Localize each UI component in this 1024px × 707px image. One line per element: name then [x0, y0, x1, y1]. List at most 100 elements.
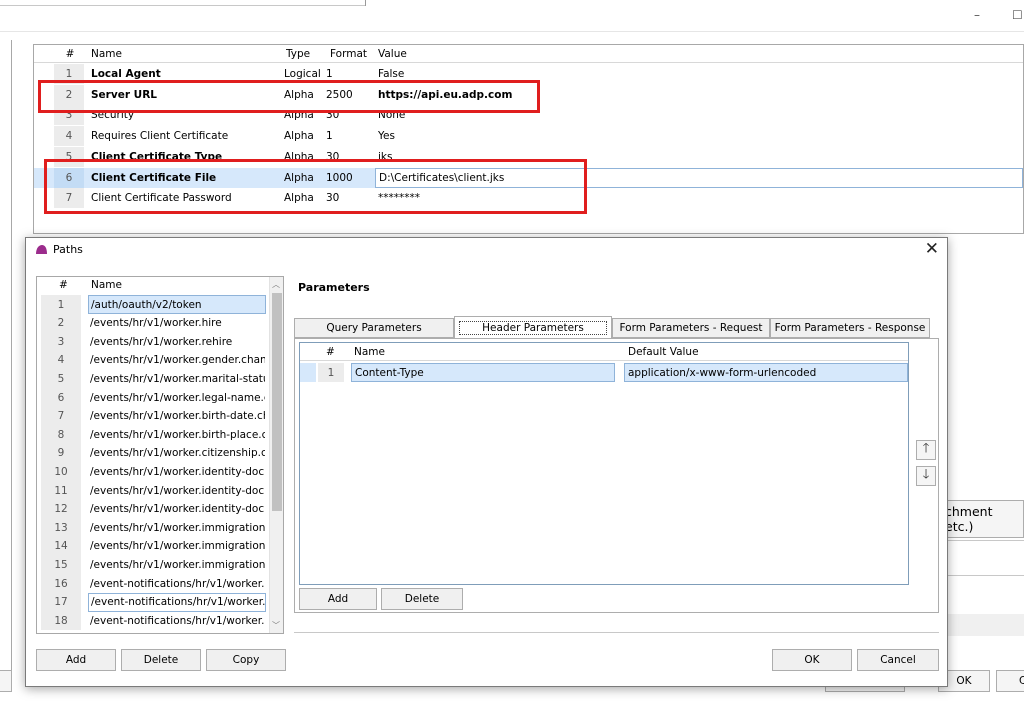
list-item[interactable]: 8/events/hr/v1/worker.birth-place.ch [37, 425, 270, 445]
tab-label: Header Parameters [459, 320, 607, 335]
list-item[interactable]: 5/events/hr/v1/worker.marital-status [37, 369, 270, 389]
tab-query-parameters[interactable]: Query Parameters [294, 318, 454, 338]
row-selector[interactable] [300, 363, 316, 382]
col-header-number: # [326, 345, 335, 358]
variable-value[interactable]: Yes [378, 126, 678, 146]
path-name[interactable]: /events/hr/v1/worker.hire [90, 314, 265, 333]
list-item[interactable]: 15/events/hr/v1/worker.immigration-c [37, 555, 270, 575]
list-item[interactable]: 14/events/hr/v1/worker.immigration-c [37, 536, 270, 556]
col-header-number: # [65, 47, 75, 60]
path-name[interactable]: /events/hr/v1/worker.gender.change [90, 351, 265, 370]
path-name[interactable]: /events/hr/v1/worker.citizenship.cha [90, 444, 265, 463]
list-item[interactable]: 4/events/hr/v1/worker.gender.change [37, 350, 270, 370]
variable-format: 1 [326, 130, 333, 143]
variable-name: Requires Client Certificate [91, 130, 229, 143]
path-name[interactable]: /events/hr/v1/worker.immigration-c [90, 555, 265, 574]
col-header-value: Value [378, 47, 407, 60]
add-parameter-button[interactable]: Add [299, 588, 377, 610]
param-default-cell[interactable]: application/x-www-form-urlencoded [624, 363, 908, 382]
list-item[interactable]: 7/events/hr/v1/worker.birth-date.cha [37, 406, 270, 426]
delete-parameter-button[interactable]: Delete [381, 588, 463, 610]
row-number: 14 [41, 536, 81, 556]
table-row[interactable]: 4 Requires Client Certificate Alpha 1 Yes [34, 126, 1023, 147]
list-item[interactable]: 2/events/hr/v1/worker.hire [37, 313, 270, 333]
path-name[interactable]: /events/hr/v1/worker.birth-place.ch [90, 425, 265, 444]
path-name[interactable]: /events/hr/v1/worker.marital-status [90, 369, 265, 388]
list-item[interactable]: 11/events/hr/v1/worker.identity-docur [37, 481, 270, 500]
background-cancel-button[interactable]: C [996, 670, 1024, 692]
highlight-box-certificate [44, 159, 587, 214]
paths-list-scrollbar[interactable]: ︿ ﹀ [269, 277, 283, 633]
move-down-button[interactable]: 🡓 [916, 466, 936, 486]
divider [294, 632, 939, 633]
col-header-name: Name [91, 47, 122, 60]
row-number: 6 [41, 388, 81, 407]
path-name[interactable]: /events/hr/v1/worker.rehire [90, 332, 265, 351]
list-item[interactable]: 10/events/hr/v1/worker.identity-docur [37, 462, 270, 482]
col-header-default-value: Default Value [628, 345, 699, 358]
row-number: 1 [318, 363, 344, 382]
add-path-button[interactable]: Add [36, 649, 116, 671]
minimize-button[interactable]: – [974, 8, 980, 22]
path-name[interactable]: /events/hr/v1/worker.legal-name.ch [90, 388, 265, 407]
path-name[interactable]: /events/hr/v1/worker.identity-docur [90, 462, 265, 481]
path-name[interactable]: /events/hr/v1/worker.immigration-c [90, 518, 265, 537]
row-number: 15 [41, 555, 81, 575]
parameters-tabs: Query Parameters Header Parameters Form … [294, 316, 932, 338]
list-item[interactable]: 6/events/hr/v1/worker.legal-name.ch [37, 388, 270, 407]
variables-grid-header: # Name Type Format Value [34, 45, 1023, 63]
path-name[interactable]: /events/hr/v1/worker.identity-docur [90, 500, 265, 519]
paths-list-header: # Name [37, 277, 270, 294]
row-number: 11 [41, 481, 81, 500]
tab-form-parameters-request[interactable]: Form Parameters - Request [612, 318, 770, 338]
copy-path-button[interactable]: Copy [206, 649, 286, 671]
paths-list[interactable]: # Name 1/auth/oauth/v2/token 2/events/hr/… [36, 276, 284, 634]
divider [946, 540, 1024, 541]
row-number: 5 [41, 369, 81, 389]
path-name[interactable]: /event-notifications/hr/v1/worker.le [90, 574, 265, 593]
col-header-name: Name [354, 345, 385, 358]
row-number: 4 [54, 126, 84, 147]
path-name[interactable]: /event-notifications/hr/v1/worker.le [88, 592, 266, 612]
ok-button[interactable]: OK [772, 649, 852, 671]
header-parameters-grid[interactable]: # Name Default Value 1 Content-Type appl… [299, 342, 909, 585]
tab-form-parameters-response[interactable]: Form Parameters - Response [770, 318, 930, 338]
row-number: 18 [41, 611, 81, 631]
path-name[interactable]: /events/hr/v1/worker.birth-date.cha [90, 407, 265, 426]
close-icon[interactable]: ✕ [925, 239, 939, 259]
arrow-down-icon: 🡓 [922, 467, 930, 482]
list-item[interactable]: 13/events/hr/v1/worker.immigration-c [37, 518, 270, 538]
maximize-button[interactable]: ☐ [1012, 8, 1023, 22]
path-name[interactable]: /events/hr/v1/worker.immigration-c [90, 537, 265, 556]
cancel-button[interactable]: Cancel [857, 649, 939, 671]
row-number: 4 [41, 350, 81, 370]
tab-header-parameters[interactable]: Header Parameters [454, 316, 612, 338]
background-left-button[interactable] [0, 670, 12, 692]
path-name[interactable]: /auth/oauth/v2/token [88, 295, 266, 314]
scroll-up-icon[interactable]: ︿ [272, 279, 280, 290]
tab-label: Form Parameters - Request [619, 322, 763, 334]
list-item[interactable]: 12/events/hr/v1/worker.identity-docur [37, 499, 270, 519]
row-number: 7 [41, 406, 81, 426]
app-title-bar [0, 0, 1024, 32]
list-item[interactable]: 17/event-notifications/hr/v1/worker.le [37, 592, 270, 612]
list-item[interactable]: 16/event-notifications/hr/v1/worker.le [37, 574, 270, 593]
scroll-down-icon[interactable]: ﹀ [272, 620, 280, 631]
path-name[interactable]: /events/hr/v1/worker.identity-docur [90, 481, 265, 500]
list-item[interactable]: 18/event-notifications/hr/v1/worker.le [37, 611, 270, 631]
parameters-label: Parameters [298, 281, 370, 294]
path-name[interactable]: /event-notifications/hr/v1/worker.le [90, 611, 265, 630]
move-up-button[interactable]: 🡑 [916, 440, 936, 460]
delete-path-button[interactable]: Delete [121, 649, 201, 671]
tab-label: Query Parameters [326, 322, 422, 334]
scrollbar-thumb[interactable] [272, 293, 282, 511]
param-name-cell[interactable]: Content-Type [351, 363, 615, 382]
list-item[interactable]: 3/events/hr/v1/worker.rehire [37, 332, 270, 352]
col-header-number: # [59, 279, 68, 291]
table-row[interactable]: 1 Content-Type application/x-www-form-ur… [300, 363, 908, 382]
row-number: 8 [41, 425, 81, 445]
tab-divider [365, 0, 366, 6]
list-item[interactable]: 9/events/hr/v1/worker.citizenship.cha [37, 443, 270, 463]
col-header-format: Format [330, 47, 368, 60]
list-item[interactable]: 1/auth/oauth/v2/token [37, 295, 270, 314]
